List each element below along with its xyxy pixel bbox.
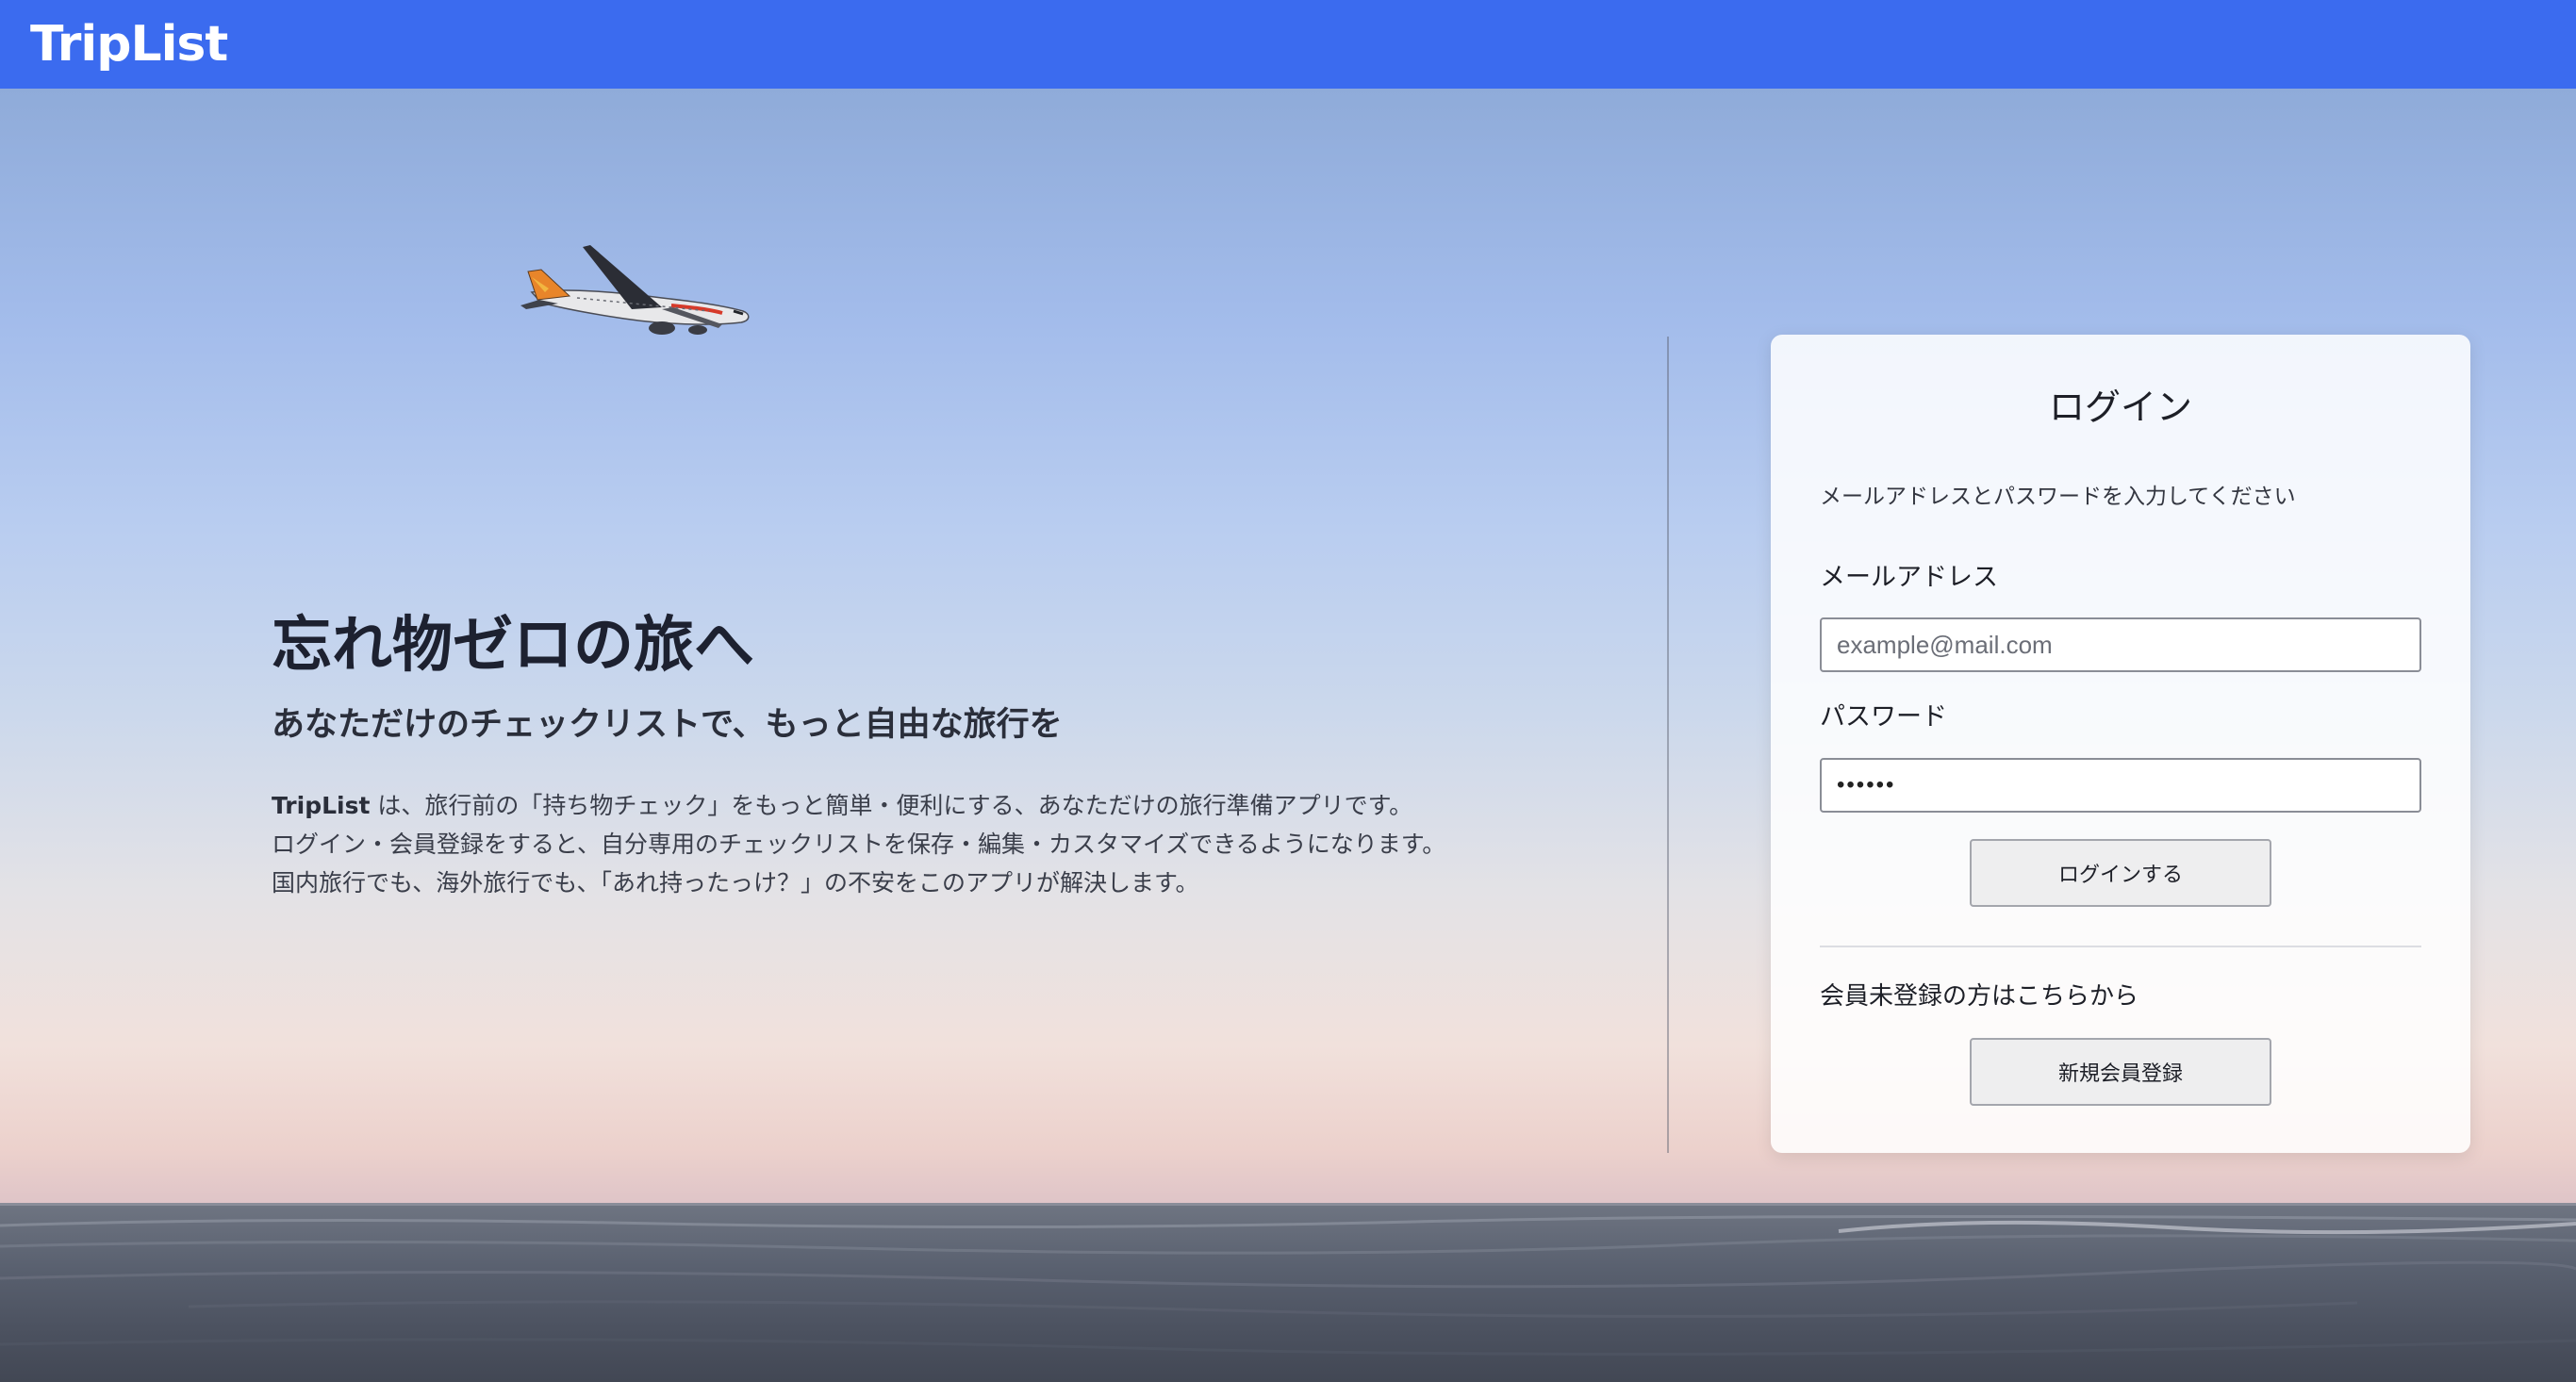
sea-image (0, 1203, 2576, 1382)
login-help-text: メールアドレスとパスワードを入力してください (1820, 485, 2296, 509)
hero-subtitle: あなただけのチェックリストで、もっと自由な旅行を (272, 706, 1063, 744)
hero-description: TripList は、旅行前の「持ち物チェック」をもっと簡単・便利にする、あなた… (272, 786, 1592, 902)
vertical-divider (1667, 337, 1669, 1153)
airplane-image (520, 245, 750, 335)
register-note: 会員未登録の方はこちらから (1820, 982, 2139, 1011)
brand-logo[interactable]: TripList (30, 13, 228, 75)
hero-desc-line-3: 国内旅行でも、海外旅行でも、「あれ持ったっけ？」の不安をこのアプリが解決します。 (272, 869, 1199, 897)
email-input[interactable] (1820, 617, 2421, 672)
hero-title: 忘れ物ゼロの旅へ (272, 611, 754, 681)
email-label: メールアドレス (1820, 563, 1998, 592)
hero-desc-line-1: TripList は、旅行前の「持ち物チェック」をもっと簡単・便利にする、あなた… (272, 786, 1592, 825)
login-button[interactable]: ログインする (1970, 839, 2271, 907)
login-title: ログイン (2048, 387, 2192, 428)
top-navbar: TripList (0, 0, 2576, 89)
card-divider (1820, 946, 2421, 947)
password-input[interactable] (1820, 758, 2421, 813)
login-card: ログイン メールアドレスとパスワードを入力してください メールアドレス パスワー… (1771, 335, 2470, 1153)
register-button[interactable]: 新規会員登録 (1970, 1038, 2271, 1106)
password-label: パスワード (1820, 702, 1947, 732)
hero-desc-brand: TripList (272, 792, 371, 819)
hero-desc-line-2: ログイン・会員登録をすると、自分専用のチェックリストを保存・編集・カスタマイズで… (272, 831, 1446, 858)
hero-desc-line-1-text: は、旅行前の「持ち物チェック」をもっと簡単・便利にする、あなただけの旅行準備アプ… (370, 792, 1413, 819)
hero-section: 忘れ物ゼロの旅へ あなただけのチェックリストで、もっと自由な旅行を TripLi… (272, 603, 1592, 902)
page: TripList 忘れ物ゼロの旅へ あなただけのチェックリストで、もっと自由な旅… (0, 0, 2576, 1382)
